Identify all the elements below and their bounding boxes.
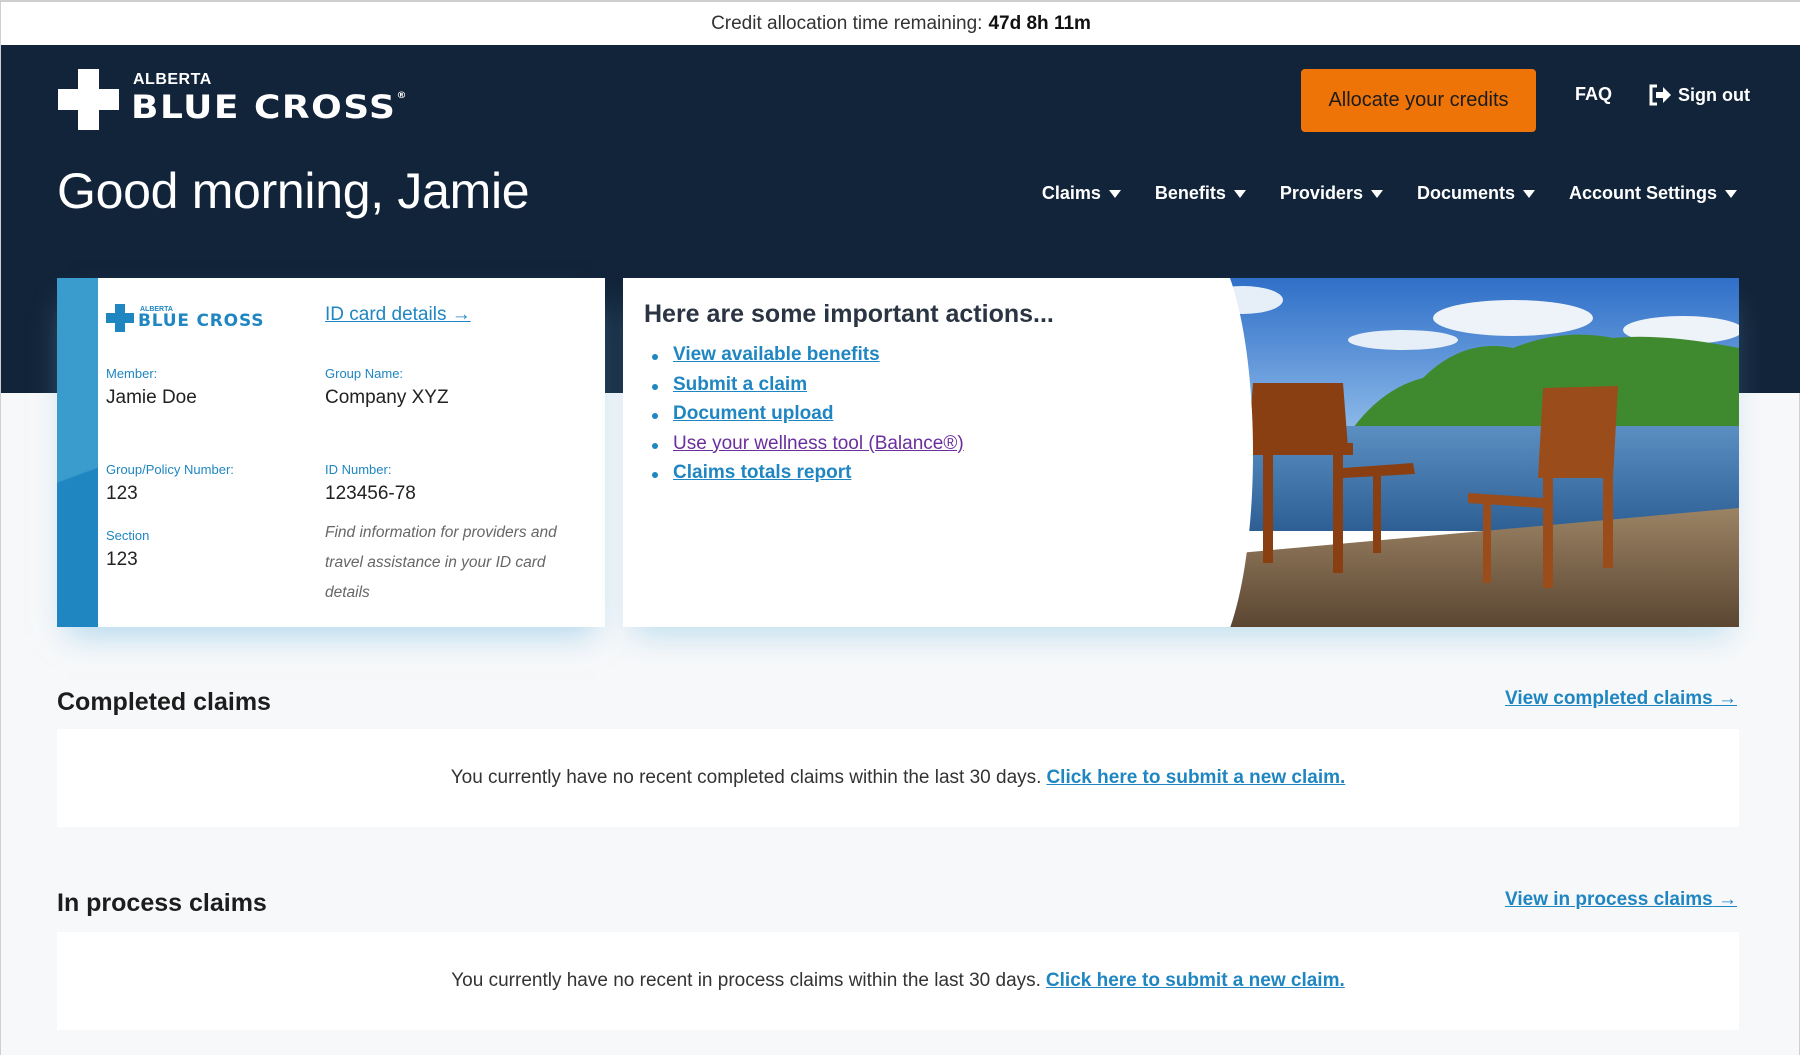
policy-number-field: Group/Policy Number: 123 [106,462,234,504]
cross-icon [58,68,119,130]
cloud [1348,330,1458,350]
id-card-logo: ALBERTA BLUE CROSS [106,304,264,332]
action-item: Use your wellness tool (Balance®) [652,433,964,463]
credit-timer-label: Credit allocation time remaining: [711,12,983,34]
action-item: Submit a claim [652,374,964,404]
view-in-process-claims-link[interactable]: View in process claims → [1505,889,1737,911]
arrow-right-icon: → [1718,688,1737,709]
alberta-blue-cross-logo[interactable]: ALBERTA BLUE CROSS® [58,67,408,131]
view-benefits-link[interactable]: View available benefits [673,344,880,365]
sign-out-label: Sign out [1678,84,1750,105]
cloud [1433,300,1593,336]
logo-small-text: ALBERTA [133,71,212,88]
caret-down-icon [1108,189,1121,198]
logo-big-text: BLUE CROSS® [131,89,408,126]
in-process-claims-message: You currently have no recent in process … [451,970,1041,991]
section-field: Section 123 [106,528,150,570]
actions-list: View available benefits Submit a claim D… [652,344,964,492]
sign-out-link[interactable]: Sign out [1648,84,1750,106]
completed-claims-message: You currently have no recent completed c… [450,767,1042,788]
nav-providers[interactable]: Providers [1280,183,1383,204]
nav-claims[interactable]: Claims [1042,183,1121,204]
caret-down-icon [1522,189,1535,198]
arrow-right-icon: → [451,304,471,325]
group-name-field: Group Name: Company XYZ [325,366,449,408]
cross-icon [106,304,134,332]
nav-benefits[interactable]: Benefits [1155,183,1246,204]
caret-down-icon [1725,189,1737,198]
image-curve-mask [1143,278,1253,627]
credit-timer-bar: Credit allocation time remaining: 47d 8h… [1,0,1800,45]
allocate-credits-button[interactable]: Allocate your credits [1301,69,1536,132]
actions-title: Here are some important actions... [644,300,1054,328]
in-process-claims-panel: You currently have no recent in process … [57,932,1739,1030]
id-number-field: ID Number: 123456-78 [325,462,416,504]
arrow-right-icon: → [1718,889,1737,910]
id-card-note: Find information for providers and trave… [325,524,557,601]
view-completed-claims-link[interactable]: View completed claims → [1505,688,1737,710]
action-item: View available benefits [652,344,964,374]
important-actions-card: Here are some important actions... View … [623,278,1739,627]
action-item: Claims totals report [652,462,964,492]
nav-account-settings[interactable]: Account Settings [1569,183,1737,204]
id-card-stripe [57,278,98,627]
caret-down-icon [1370,189,1383,198]
lake-dock-chairs-image [1183,278,1739,627]
claims-totals-report-link[interactable]: Claims totals report [673,462,851,483]
nav-documents[interactable]: Documents [1417,183,1535,204]
document-upload-link[interactable]: Document upload [673,403,833,424]
submit-claim-link[interactable]: Submit a claim [673,374,807,395]
sign-out-icon [1649,84,1671,106]
in-process-claims-title: In process claims [57,889,267,917]
action-item: Document upload [652,403,964,433]
completed-claims-title: Completed claims [57,688,271,716]
completed-claims-panel: You currently have no recent completed c… [57,729,1739,827]
wellness-tool-link[interactable]: Use your wellness tool (Balance®) [673,433,964,454]
in-process-submit-claim-link[interactable]: Click here to submit a new claim. [1046,970,1345,992]
main-nav: Claims Benefits Providers Documents Acco… [1042,183,1737,204]
completed-submit-claim-link[interactable]: Click here to submit a new claim. [1046,767,1345,789]
greeting-title: Good morning, Jamie [57,163,530,219]
member-field: Member: Jamie Doe [106,366,197,408]
credit-timer-value: 47d 8h 11m [988,12,1091,34]
id-card-details-link[interactable]: ID card details → [325,304,471,326]
id-card: ALBERTA BLUE CROSS ID card details → Mem… [57,278,605,627]
faq-link[interactable]: FAQ [1575,84,1612,105]
caret-down-icon [1233,189,1246,198]
